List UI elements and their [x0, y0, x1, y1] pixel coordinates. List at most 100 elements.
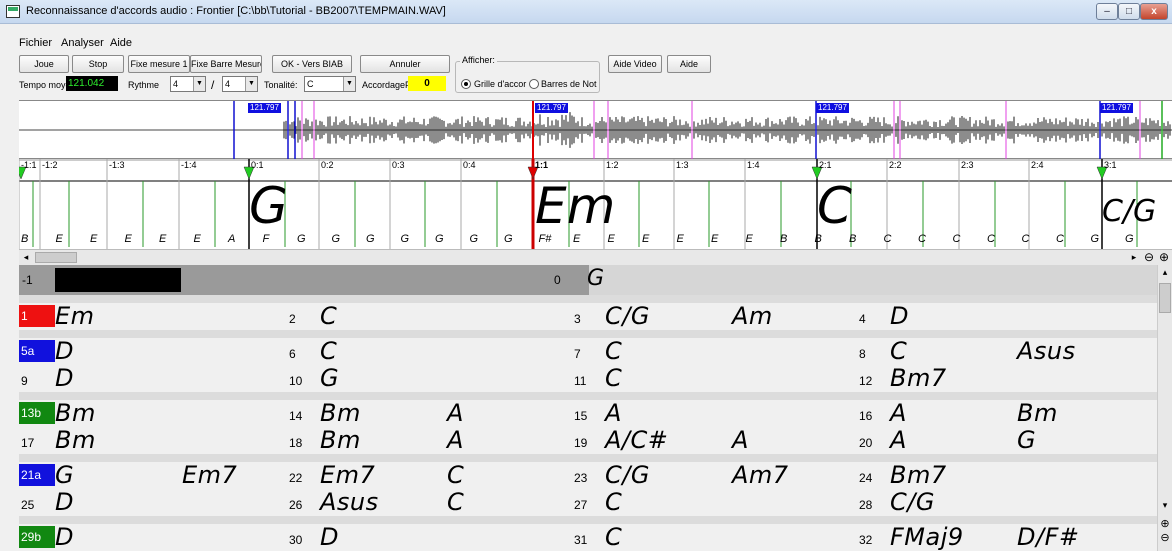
tempo-marker: 121.797 — [816, 103, 849, 113]
cancel-button[interactable]: Annuler — [360, 55, 450, 73]
chord-label[interactable]: G — [1017, 426, 1036, 454]
chord-label[interactable]: D — [55, 337, 74, 365]
fix-barlines-button[interactable]: Fixe Barre Mesure — [190, 55, 262, 73]
zoom-out-icon[interactable]: ⊖ — [1142, 250, 1156, 264]
menu-help[interactable]: Aide — [110, 37, 132, 49]
radio-bars-label[interactable]: Barres de Not — [541, 79, 597, 89]
play-button[interactable]: Joue — [19, 55, 69, 73]
chord-label[interactable]: A/C# — [605, 426, 668, 454]
grid-row[interactable]: 13b Bm 14 Bm A 15 A 16 A Bm — [19, 399, 1157, 427]
scroll-left-icon[interactable]: ◂ — [19, 251, 33, 264]
grid-row[interactable]: 25 D 26 Asus C 27 C 28 C/G — [19, 488, 1157, 516]
bar-number-badge[interactable]: 13b — [19, 402, 55, 424]
menu-file[interactable]: Fichier — [19, 37, 52, 49]
grid-row[interactable]: 29b D 30 D 31 C 32 FMaj9 D/F# — [19, 523, 1157, 551]
chord-label[interactable]: Bm7 — [890, 364, 947, 392]
chord-label[interactable]: D — [320, 523, 339, 551]
chord-label[interactable]: FMaj9 — [890, 523, 964, 551]
chord-label[interactable]: C — [605, 364, 622, 392]
chord-label[interactable]: C/G — [605, 302, 650, 330]
scroll-right-icon[interactable]: ▸ — [1128, 251, 1140, 264]
chord-label[interactable]: D — [55, 523, 74, 551]
chord-label[interactable]: Asus — [320, 488, 379, 516]
radio-grid[interactable] — [461, 79, 471, 89]
stop-button[interactable]: Stop — [72, 55, 124, 73]
chord-label[interactable]: C/G — [605, 461, 650, 489]
chord-label[interactable]: D/F# — [1017, 523, 1079, 551]
vertical-scrollbar[interactable]: ▴ ▾ ⊕ ⊖ — [1157, 265, 1172, 551]
help-button[interactable]: Aide — [667, 55, 711, 73]
grid-row[interactable]: 9 D 10 G 11 C 12 Bm7 — [19, 364, 1157, 392]
chord-label[interactable]: A — [447, 426, 464, 454]
chord-label[interactable]: Am — [732, 302, 773, 330]
chord-label[interactable]: G — [587, 266, 604, 291]
fix-bar1-button[interactable]: Fixe mesure 1 — [128, 55, 190, 73]
chord-label[interactable]: A — [447, 399, 464, 427]
zoom-in-icon[interactable]: ⊕ — [1158, 517, 1172, 531]
chord-label[interactable]: C/G — [890, 488, 935, 516]
radio-grid-label[interactable]: Grille d'accor — [474, 79, 526, 89]
key-select[interactable]: C ▼ — [304, 76, 356, 92]
chord-label[interactable]: D — [55, 488, 74, 516]
bar-number-badge[interactable]: 21a — [19, 464, 55, 486]
rhythm-numerator-value: 4 — [173, 79, 179, 89]
grid-row[interactable]: 17 Bm 18 Bm A 19 A/C# A 20 A G — [19, 426, 1157, 454]
chord-label[interactable]: A — [890, 426, 907, 454]
chord-timeline[interactable]: -1:1 -1:2 -1:3 -1:4 0:1 0:2 0:3 0:4 1:1 1:2 1:3 1:4… — [19, 159, 1172, 249]
bar-number-badge[interactable]: 1 — [19, 305, 55, 327]
chord-label[interactable]: Bm7 — [890, 461, 947, 489]
chord-label[interactable]: G — [320, 364, 339, 392]
chord-label[interactable]: D — [890, 302, 909, 330]
chord-label[interactable]: Bm — [1017, 399, 1058, 427]
chord-label[interactable]: Bm — [55, 399, 96, 427]
scroll-up-icon[interactable]: ▴ — [1159, 267, 1171, 279]
chord-label[interactable]: C — [890, 337, 907, 365]
minimize-button[interactable]: – — [1096, 3, 1118, 20]
chord-label[interactable]: Bm — [55, 426, 96, 454]
chord-label[interactable]: C — [447, 461, 464, 489]
chord-label[interactable]: Asus — [1017, 337, 1076, 365]
bar-number-badge[interactable]: 29b — [19, 526, 55, 548]
close-button[interactable]: x — [1140, 3, 1168, 20]
vertical-scroll-thumb[interactable] — [1159, 283, 1171, 313]
zoom-in-icon[interactable]: ⊕ — [1157, 250, 1171, 264]
rhythm-numerator-select[interactable]: 4 ▼ — [170, 76, 206, 92]
scroll-thumb[interactable] — [35, 252, 77, 263]
chord-label[interactable]: Em7 — [182, 461, 237, 489]
maximize-button[interactable]: □ — [1118, 3, 1140, 20]
chord-label[interactable]: C — [447, 488, 464, 516]
horizontal-scrollbar[interactable]: ◂ ▸ ⊖ ⊕ — [19, 249, 1172, 265]
chord-label[interactable]: Am7 — [732, 461, 789, 489]
menu-analyze[interactable]: Analyser — [61, 37, 104, 49]
chord-label[interactable]: C — [605, 523, 622, 551]
ok-biab-button[interactable]: OK - Vers BIAB — [272, 55, 352, 73]
waveform-panel[interactable]: 121.797 121.797 121.797 121.797 — [19, 100, 1172, 160]
radio-bars[interactable] — [529, 79, 539, 89]
tuning-value[interactable]: 0 — [408, 76, 446, 91]
bar-number-badge[interactable]: 5a — [19, 340, 55, 362]
chord-label[interactable]: Em — [55, 302, 95, 330]
grid-row[interactable]: 5a D 6 C 7 C 8 C Asus — [19, 337, 1157, 365]
chord-label[interactable]: C — [320, 337, 337, 365]
chord-label[interactable]: C — [320, 302, 337, 330]
chord-label[interactable]: C — [605, 488, 622, 516]
chord-label[interactable]: G — [55, 461, 74, 489]
rhythm-denominator-select[interactable]: 4 ▼ — [222, 76, 258, 92]
beat-label: -1:4 — [181, 160, 197, 170]
scroll-down-icon[interactable]: ▾ — [1159, 500, 1171, 512]
note-label: C — [1056, 233, 1064, 245]
grid-row-pickup[interactable]: -1 0 G — [19, 265, 1157, 295]
chord-label[interactable]: Bm — [320, 399, 361, 427]
chord-label[interactable]: C — [605, 337, 622, 365]
chord-label[interactable]: A — [732, 426, 749, 454]
chord-label[interactable]: A — [605, 399, 622, 427]
chord-label[interactable]: D — [55, 364, 74, 392]
grid-row[interactable]: 1 Em 2 C 3 C/G Am 4 D — [19, 302, 1157, 330]
help-video-button[interactable]: Aide Video — [608, 55, 662, 73]
grid-row[interactable]: 21a G Em7 22 Em7 C 23 C/G Am7 24 Bm7 — [19, 461, 1157, 489]
chord-label[interactable]: A — [890, 399, 907, 427]
chord-label[interactable]: Em7 — [320, 461, 375, 489]
chord-label[interactable]: Bm — [320, 426, 361, 454]
zoom-out-icon[interactable]: ⊖ — [1158, 531, 1172, 545]
chord-grid[interactable]: -1 0 G 1 Em 2 C 3 C/G Am 4 D 5a D 6 C 7 C 8 C Asus 9 D 10 G 11 C 12… — [19, 265, 1157, 551]
